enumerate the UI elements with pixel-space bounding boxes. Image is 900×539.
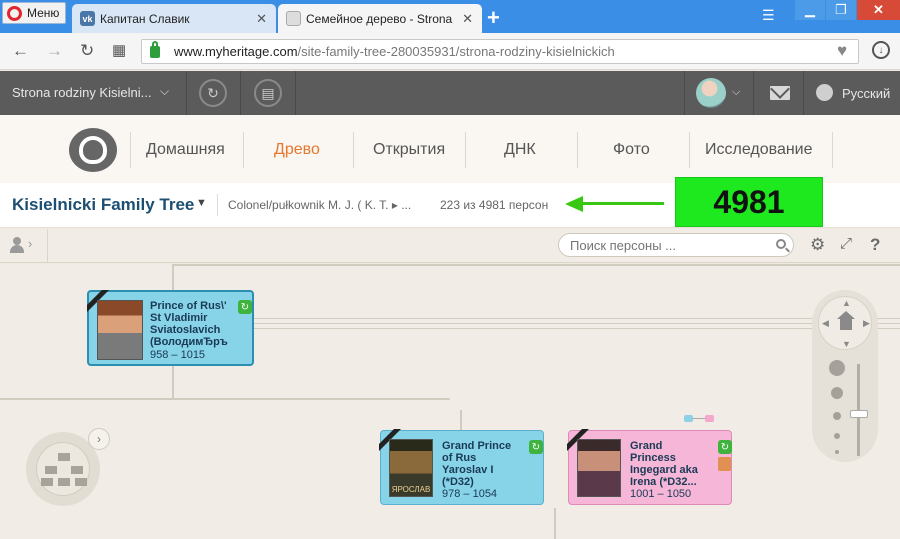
sync-icon[interactable]: ↻	[199, 79, 227, 107]
book-icon[interactable]	[718, 457, 731, 471]
close-icon[interactable]: ✕	[256, 11, 267, 27]
tab-family-tree[interactable]: Семейное дерево - Strona rodziny Kisieln…	[278, 4, 482, 33]
opera-logo-icon	[7, 5, 22, 21]
pan-right-icon[interactable]: ▶	[863, 318, 870, 329]
spouse-link-icon[interactable]	[684, 415, 693, 422]
arrow-annotation	[565, 196, 583, 212]
chevron-down-icon[interactable]: ⌵	[160, 84, 169, 99]
pan-control[interactable]: ▲ ▼ ◀ ▶	[818, 296, 872, 350]
person-card[interactable]: ЯРОСЛАВ Grand Prince of Rus Yaroslav I (…	[380, 430, 544, 505]
url-host: www.myheritage.com	[174, 44, 298, 59]
chevron-right-icon[interactable]: ›	[28, 236, 32, 251]
url-field[interactable]: www.myheritage.com /site-family-tree-280…	[141, 39, 859, 64]
main-navigation: Домашняя Древо Открытия ДНК Фото Исследо…	[0, 115, 900, 183]
menu-label: Меню	[27, 6, 60, 20]
person-card[interactable]: Prince of Rus\' St Vladimir Sviatoslavic…	[87, 290, 254, 366]
vk-icon: vk	[80, 11, 95, 26]
forward-icon[interactable]: →	[46, 41, 63, 61]
person-photo[interactable]: ЯРОСЛАВ	[389, 439, 433, 497]
tree-header: Kisielnicki Family Tree ▼ Colonel/pułkow…	[0, 177, 900, 228]
download-icon[interactable]: ↓	[872, 41, 890, 59]
caret-down-icon[interactable]: ▼	[196, 197, 207, 209]
zoom-level-dot[interactable]	[831, 387, 843, 399]
zoom-level-dot[interactable]	[834, 433, 840, 439]
minimize-button[interactable]: ▁	[795, 0, 825, 20]
tab-title: Капитан Славик	[100, 11, 190, 26]
gear-icon[interactable]: ⚙	[810, 235, 825, 255]
person-name[interactable]: Prince of Rus\' St Vladimir Sviatoslavic…	[150, 300, 235, 348]
chevron-right-icon[interactable]: ›	[88, 428, 110, 450]
lock-icon	[150, 40, 160, 58]
breadcrumb[interactable]: Colonel/pułkownik M. J. ( K. T. ▸ ...	[228, 198, 411, 212]
sync-icon[interactable]: ↻	[718, 440, 732, 454]
maximize-button[interactable]: ❐	[826, 0, 856, 20]
person-name[interactable]: Grand Prince of Rus Yaroslav I (*D32)	[442, 440, 522, 488]
pan-down-icon[interactable]: ▼	[842, 339, 851, 349]
site-name-selector[interactable]: Strona rodziny Kisielni...	[12, 85, 151, 100]
zoom-slider-handle[interactable]	[850, 410, 868, 418]
mail-icon[interactable]	[770, 86, 790, 100]
tab-title: Семейное дерево - Strona rodziny Kisieln…	[306, 11, 456, 26]
reload-icon[interactable]: ↻	[80, 41, 94, 61]
person-dates: 958 – 1015	[150, 349, 206, 361]
help-icon[interactable]: ?	[870, 235, 880, 255]
language-selector[interactable]: Русский	[842, 86, 890, 101]
heart-icon[interactable]: ♥	[837, 41, 847, 61]
pan-up-icon[interactable]: ▲	[842, 298, 851, 308]
opera-menu-button[interactable]: Меню	[2, 2, 66, 24]
new-tab-button[interactable]: +	[487, 5, 500, 31]
speed-dial-icon[interactable]: ▦	[112, 41, 126, 59]
highlight-badge: 4981	[675, 177, 823, 227]
close-icon[interactable]: ✕	[462, 11, 473, 27]
person-count: 223 из 4981 персон	[440, 198, 549, 212]
zoom-level-dot[interactable]	[833, 412, 841, 420]
home-icon[interactable]	[837, 311, 855, 330]
browser-tab-strip: Меню vk Капитан Славик ✕ Семейное дерево…	[0, 0, 900, 33]
sync-icon[interactable]: ↻	[529, 440, 543, 454]
person-card[interactable]: Grand Princess Ingegard aka Irena (*D32.…	[568, 430, 732, 505]
tree-title[interactable]: Kisielnicki Family Tree	[12, 195, 194, 215]
family-view-icon	[36, 442, 90, 496]
window-close-button[interactable]: ✕	[857, 0, 900, 20]
zoom-level-dot[interactable]	[829, 360, 845, 376]
search-icon[interactable]	[776, 239, 786, 249]
myheritage-logo[interactable]	[69, 128, 117, 172]
address-bar: ← → ↻ ▦ www.myheritage.com /site-family-…	[0, 33, 900, 70]
person-dates: 1001 – 1050	[630, 488, 692, 500]
nav-photos[interactable]: Фото	[613, 141, 650, 159]
tree-toolbar: › ⚙ ⤢ ?	[0, 229, 900, 263]
chevron-down-icon[interactable]: ⌵	[732, 86, 740, 99]
person-photo[interactable]	[577, 439, 621, 497]
nav-discoveries[interactable]: Открытия	[373, 141, 445, 159]
tabs-menu-icon[interactable]: ☰	[762, 7, 775, 24]
pan-left-icon[interactable]: ◀	[822, 318, 829, 329]
nav-home[interactable]: Домашняя	[146, 141, 225, 159]
zoom-panel: ▲ ▼ ◀ ▶	[812, 290, 878, 462]
zoom-level-dot[interactable]	[835, 450, 839, 454]
nav-dna[interactable]: ДНК	[504, 141, 536, 159]
tree-canvas[interactable]: Prince of Rus\' St Vladimir Sviatoslavic…	[0, 264, 900, 539]
nav-tree[interactable]: Древо	[274, 141, 320, 159]
person-icon[interactable]	[10, 237, 24, 253]
back-icon[interactable]: ←	[12, 41, 29, 61]
document-icon	[286, 11, 301, 26]
globe-icon[interactable]	[816, 84, 833, 101]
clipboard-icon[interactable]: ▤	[254, 79, 282, 107]
site-top-bar: Strona rodziny Kisielni... ⌵ ↻ ▤ ⌵ Русск…	[0, 71, 900, 115]
search-person-input[interactable]	[558, 233, 794, 257]
tab-vk[interactable]: vk Капитан Славик ✕	[72, 4, 276, 33]
sync-icon[interactable]: ↻	[238, 300, 252, 314]
person-name[interactable]: Grand Princess Ingegard aka Irena (*D32.…	[630, 440, 705, 488]
avatar[interactable]	[696, 78, 726, 108]
person-dates: 978 – 1054	[442, 488, 498, 500]
fullscreen-icon[interactable]: ⤢	[840, 235, 852, 252]
person-photo[interactable]	[97, 300, 143, 360]
url-path: /site-family-tree-280035931/strona-rodzi…	[297, 44, 615, 59]
nav-research[interactable]: Исследование	[705, 141, 813, 159]
